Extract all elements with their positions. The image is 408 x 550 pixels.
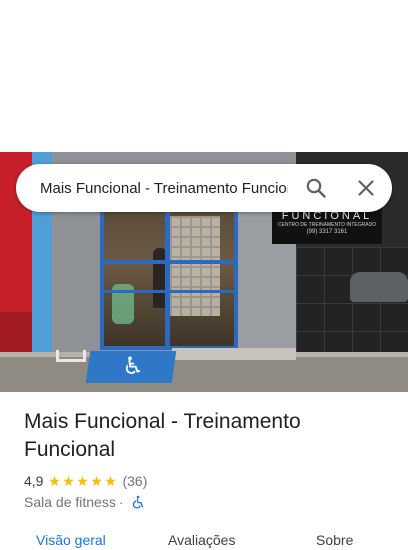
photo-sidewalk [0, 357, 408, 392]
tab-about[interactable]: Sobre [316, 532, 353, 548]
blank-header-area [0, 0, 408, 152]
search-input[interactable]: Mais Funcional - Treinamento Funcional [40, 180, 288, 197]
place-category: Sala de fitness [24, 494, 116, 510]
rating-value: 4,9 [24, 473, 44, 489]
star-icon: ★ [76, 473, 89, 489]
search-bar[interactable]: Mais Funcional - Treinamento Funcional [16, 164, 392, 212]
search-icon[interactable] [304, 176, 328, 200]
place-details-panel: Mais Funcional - Treinamento Funcional 4… [0, 392, 408, 548]
star-icon: ★ [62, 473, 75, 489]
photo-entrance-step [172, 348, 296, 360]
photo-door-rail [100, 260, 238, 264]
rating-row[interactable]: 4,9 ★ ★ ★ ★ ★ (36) [24, 472, 147, 490]
place-title: Mais Funcional - Treinamento Funcional [24, 410, 301, 461]
photo-glass-block-wall [170, 216, 220, 316]
star-icon: ★ [104, 473, 117, 489]
review-count[interactable]: (36) [122, 473, 147, 489]
sign-phone-text: (99) 3317 3161 [306, 229, 348, 235]
category-row: Sala de fitness · [24, 493, 145, 511]
star-icon: ★ [48, 473, 61, 489]
close-icon[interactable] [354, 176, 378, 200]
star-rating: ★ ★ ★ ★ ★ [47, 474, 117, 488]
place-tabs: Visão geral Avaliações Sobre [0, 530, 408, 550]
photo-dark-tiles [296, 247, 408, 357]
photo-pipe [56, 350, 86, 362]
tab-overview[interactable]: Visão geral [36, 532, 106, 548]
photo-door-rail-lower [100, 290, 238, 293]
tab-reviews[interactable]: Avaliações [168, 532, 235, 548]
photo-car-reflection [350, 272, 408, 302]
wheelchair-mat-icon: ♿ [122, 353, 144, 380]
photo-door-mullion [165, 204, 170, 350]
wheelchair-accessible-icon [132, 495, 143, 509]
separator-dot: · [118, 494, 124, 510]
star-icon: ★ [90, 473, 103, 489]
